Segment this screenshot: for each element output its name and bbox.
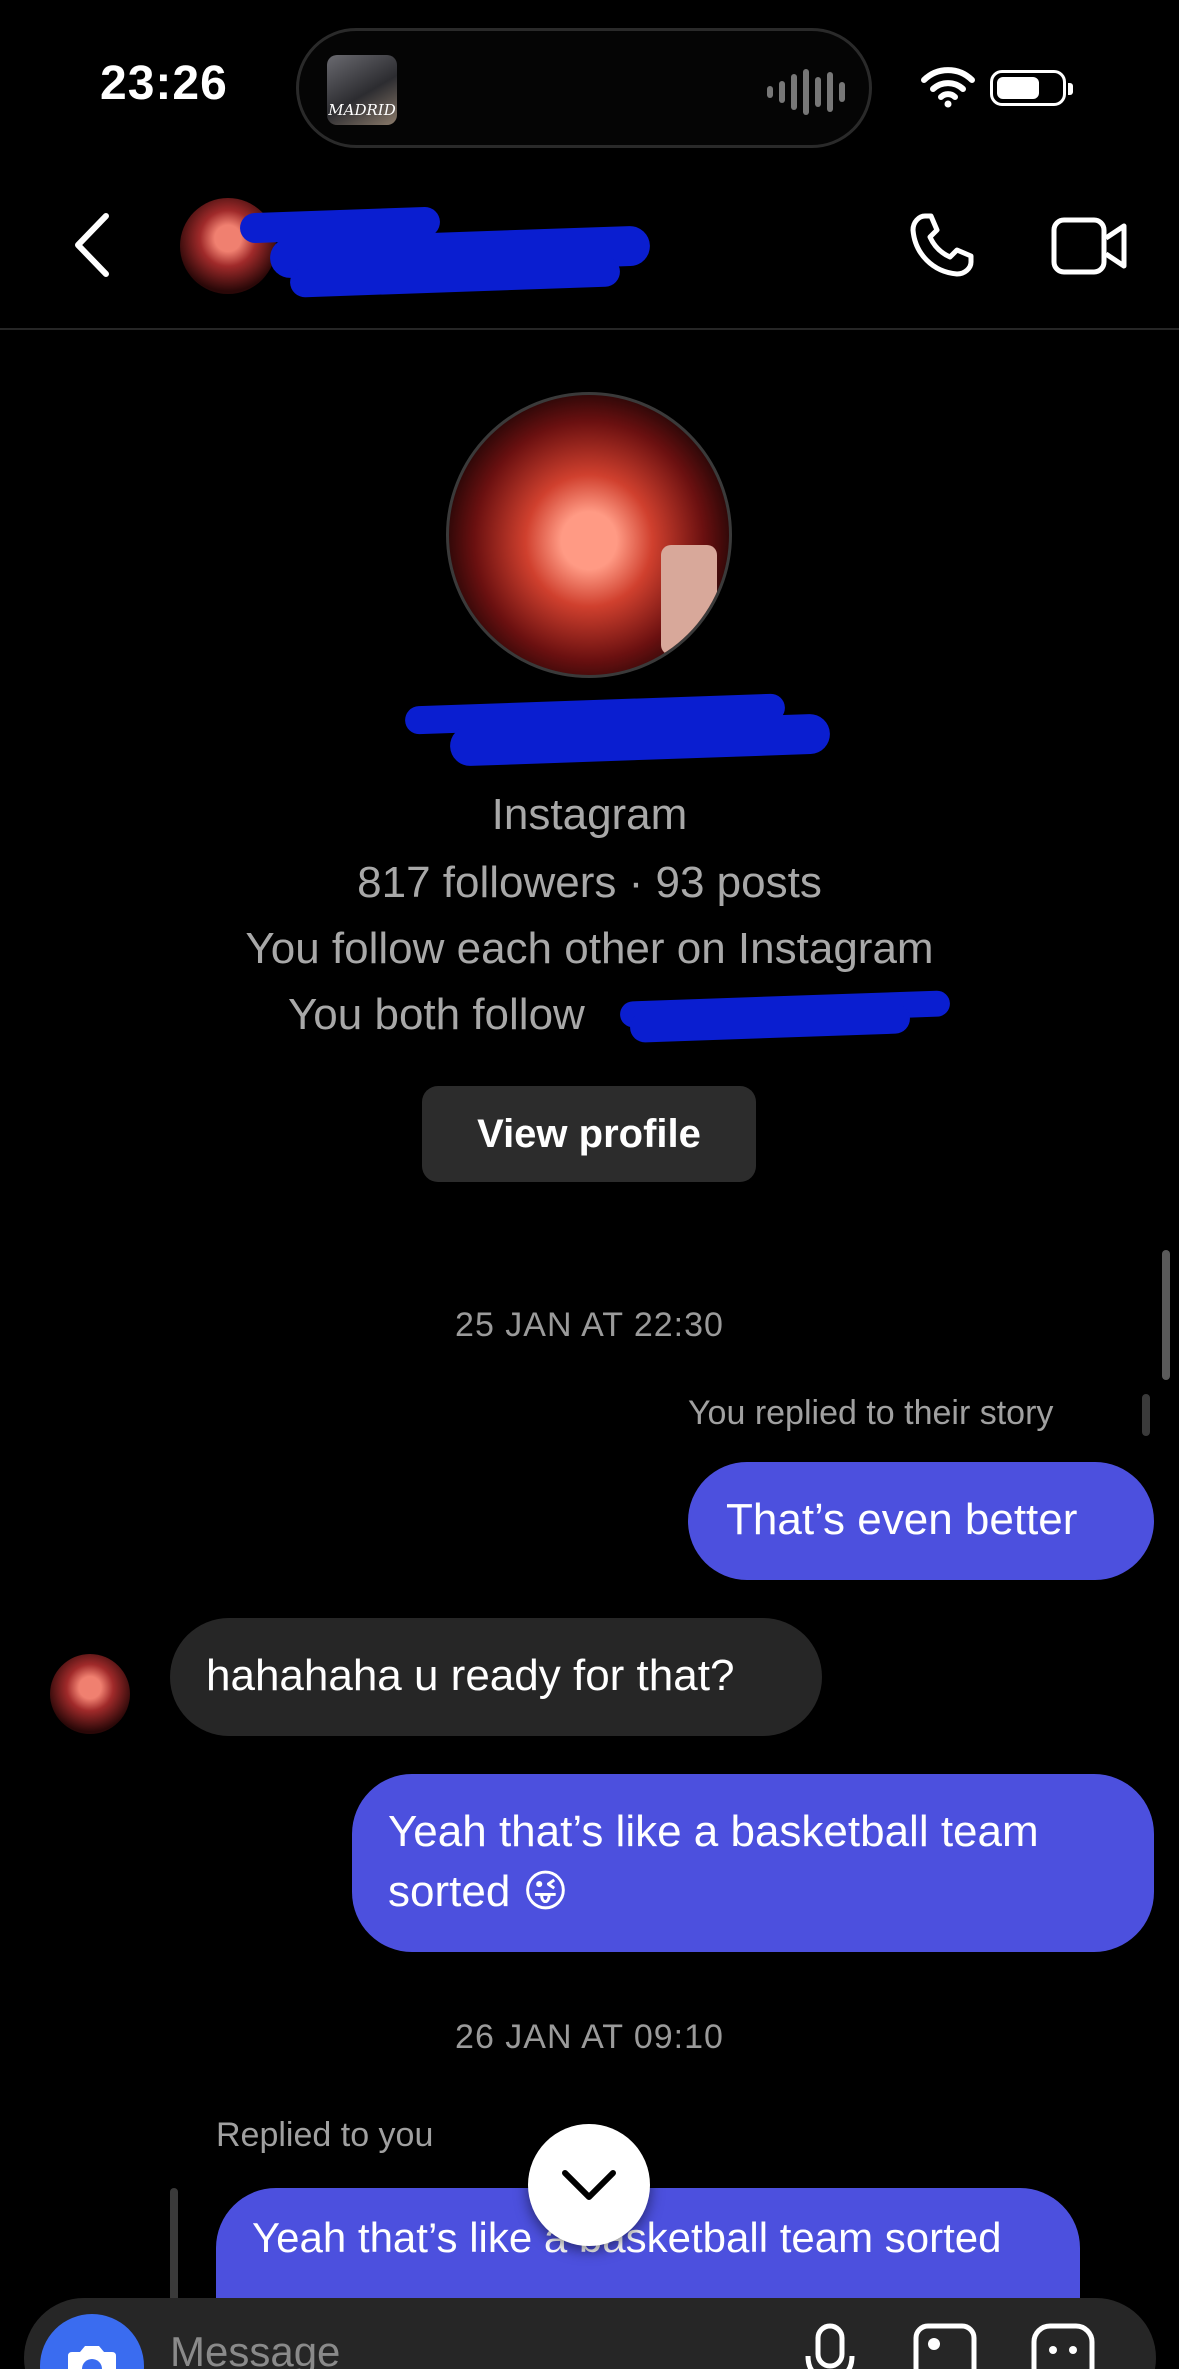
timestamp: 26 JAN AT 09:10 [455, 2018, 724, 2056]
message-line: Yeah that’s like a basketball team [388, 1807, 1039, 1856]
chevron-left-icon[interactable] [70, 210, 114, 280]
chat-header [0, 170, 1179, 330]
received-message[interactable]: hahahaha u ready for that? [170, 1618, 822, 1736]
story-reply-indicator [1142, 1394, 1150, 1436]
profile-mutual: You both follow [288, 990, 585, 1039]
video-camera-icon[interactable] [1050, 214, 1130, 278]
gallery-icon[interactable] [912, 2322, 978, 2369]
view-profile-button[interactable]: View profile [422, 1086, 756, 1182]
dm-thread-screen: 23:26 MADRID Instagram 817 followers · 9… [0, 0, 1179, 2369]
audio-waveform-icon [767, 69, 845, 115]
profile-stats: 817 followers · 93 posts [357, 858, 822, 907]
message-composer: Message [24, 2298, 1156, 2369]
microphone-icon[interactable] [802, 2322, 858, 2369]
scroll-to-bottom-button[interactable] [528, 2124, 650, 2246]
message-input[interactable]: Message [170, 2328, 340, 2369]
profile-photo[interactable] [446, 392, 732, 678]
story-reply-note: You replied to their story [688, 1394, 1054, 1432]
sticker-icon[interactable] [1030, 2322, 1096, 2369]
battery-icon [990, 70, 1073, 106]
phone-icon[interactable] [905, 210, 977, 282]
now-playing-art-text: MADRID [328, 101, 396, 119]
now-playing-artwork: MADRID [327, 55, 397, 125]
chevron-down-icon [562, 2170, 616, 2200]
camera-button[interactable] [40, 2314, 144, 2369]
timestamp: 25 JAN AT 22:30 [455, 1306, 724, 1344]
profile-relationship: You follow each other on Instagram [245, 924, 934, 973]
dynamic-island[interactable]: MADRID [296, 28, 872, 148]
sent-message[interactable]: Yeah that’s like a basketball team sorte… [352, 1774, 1154, 1952]
reply-note: Replied to you [216, 2116, 434, 2154]
wifi-icon [921, 67, 975, 108]
message-line: sorted 😜 [388, 1867, 569, 1916]
camera-icon [68, 2346, 116, 2369]
profile-platform: Instagram [491, 790, 688, 839]
sender-avatar[interactable] [50, 1654, 130, 1734]
sent-message[interactable]: That’s even better [688, 1462, 1154, 1580]
status-time: 23:26 [100, 57, 228, 110]
